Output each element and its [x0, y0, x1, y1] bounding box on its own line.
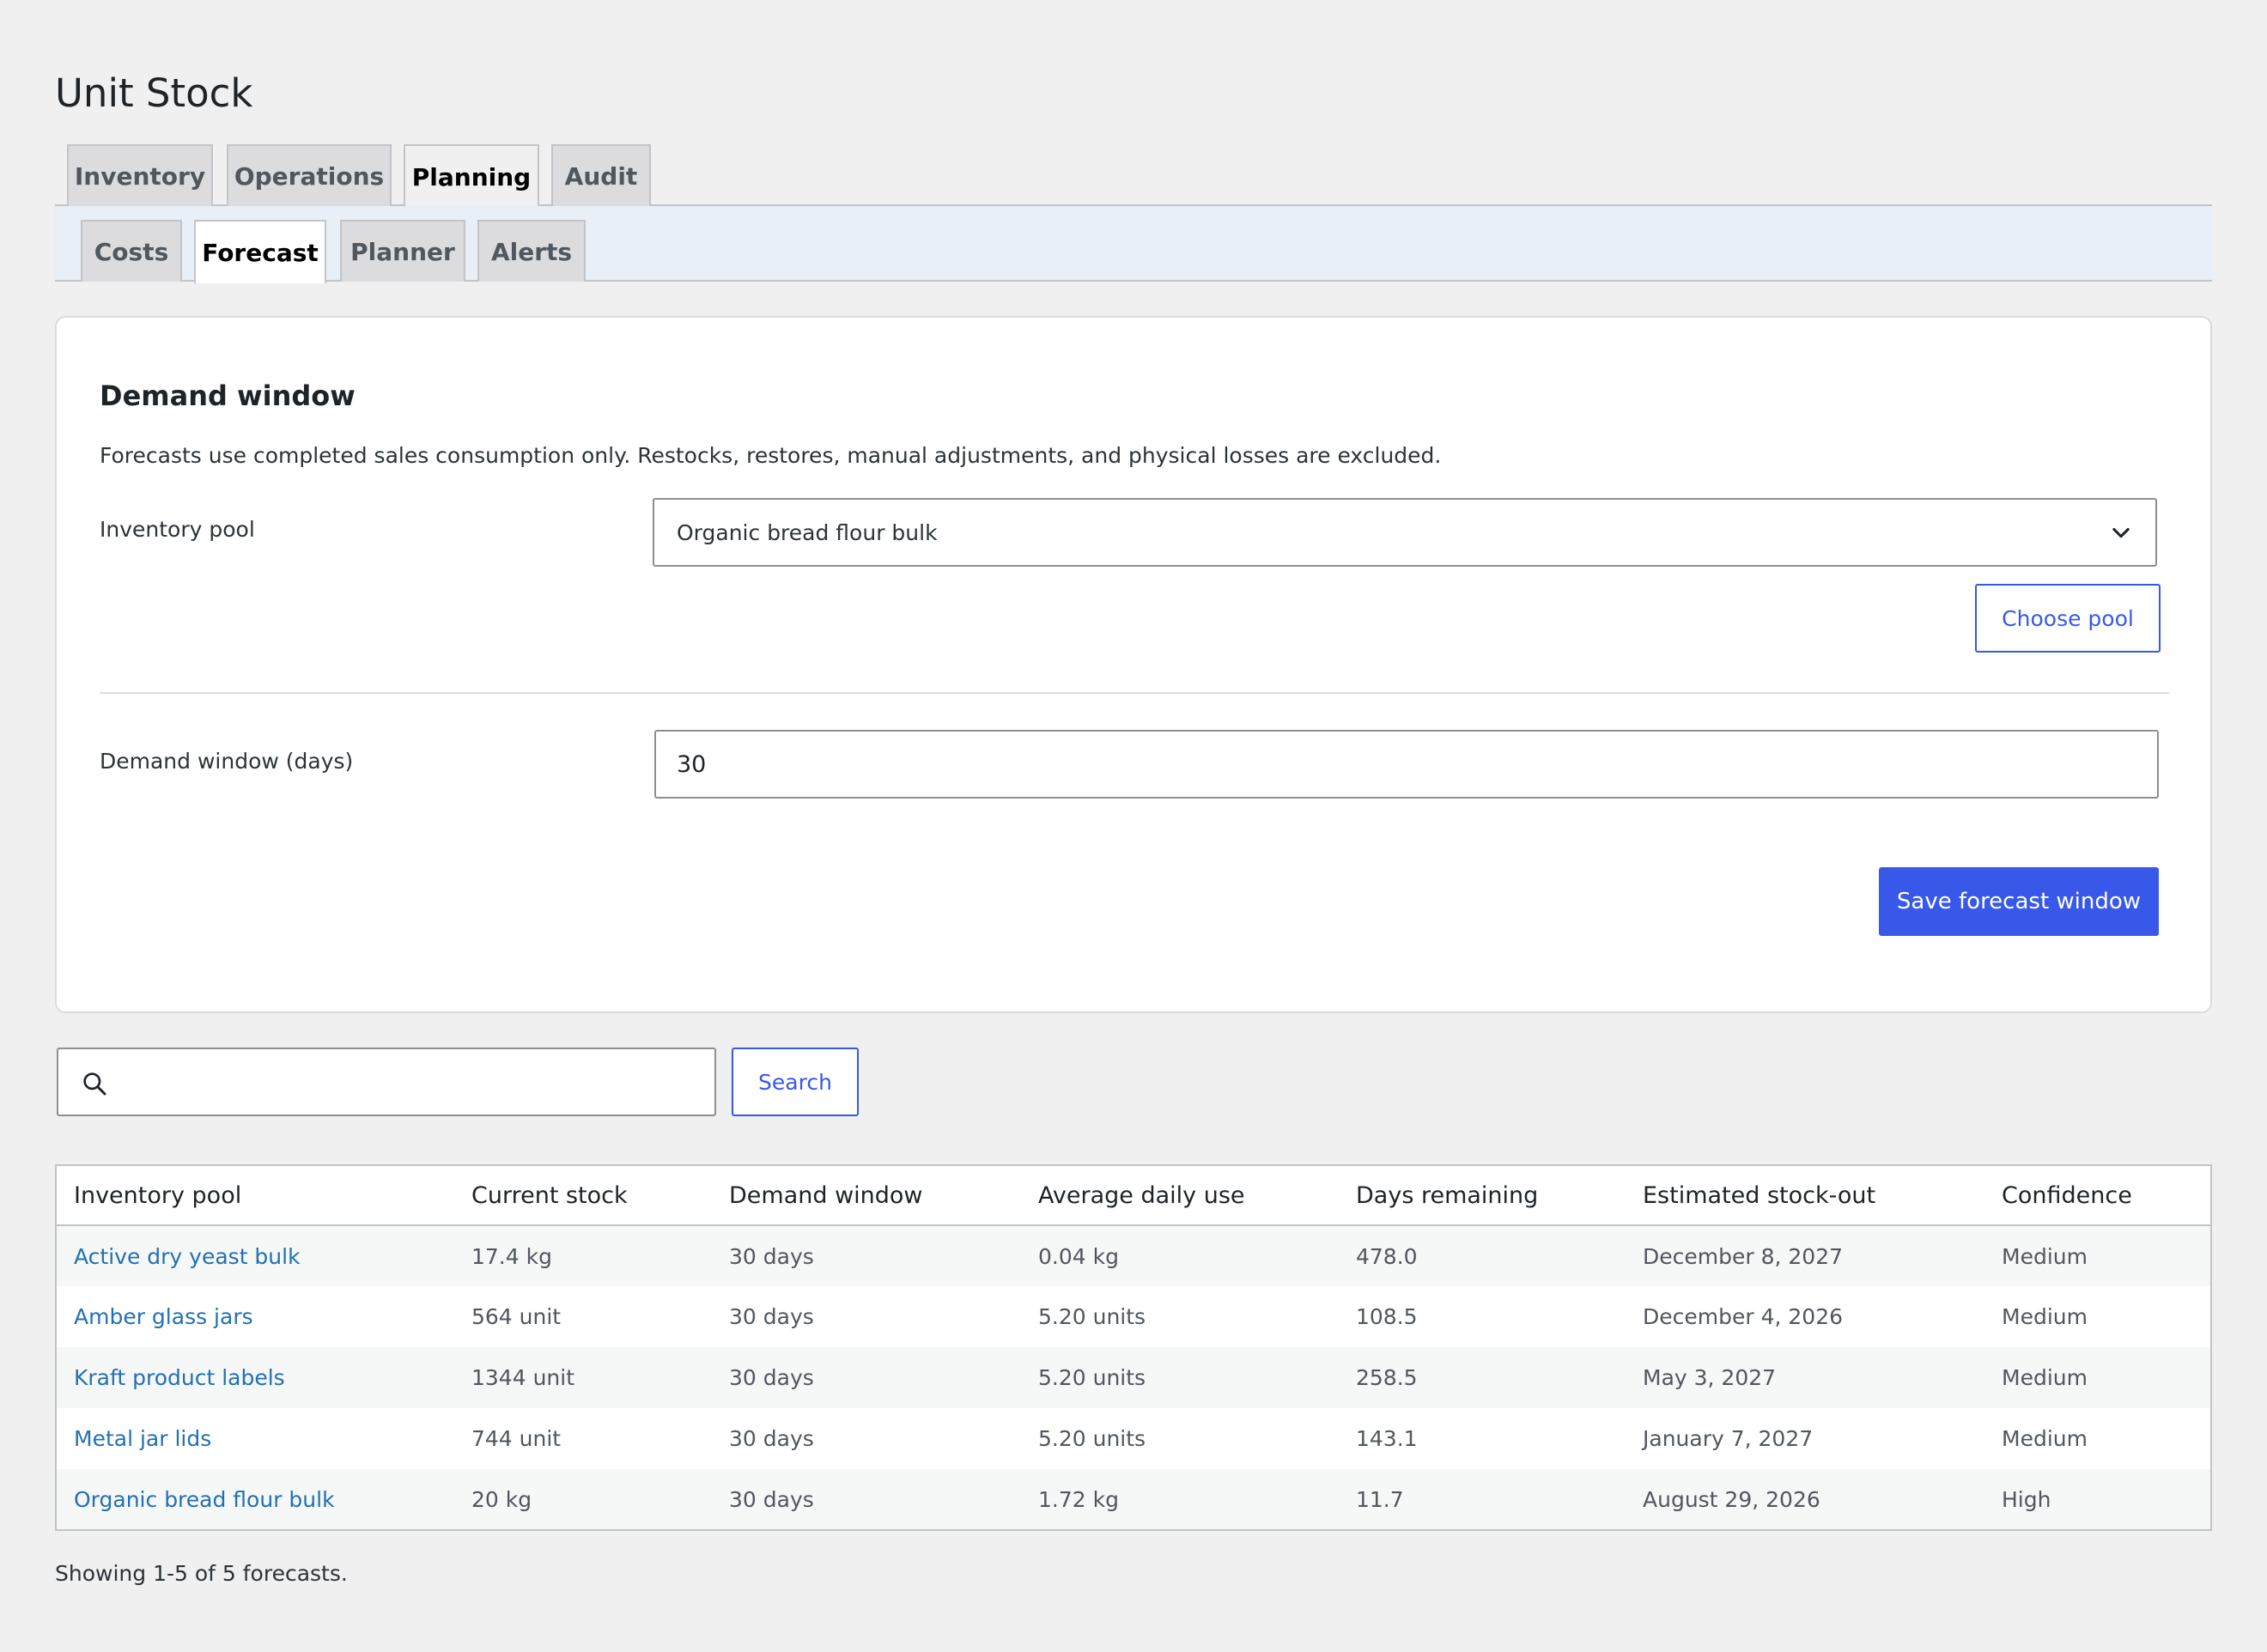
divider: [100, 692, 2169, 694]
cell-current-stock: 17.4 kg: [454, 1225, 712, 1286]
search-icon: [83, 1072, 106, 1096]
cell-estimated-stock-out: December 8, 2027: [1626, 1225, 1984, 1286]
secondary-tabs: Costs Forecast Planner Alerts: [55, 206, 2212, 283]
cell-days-remaining: 258.5: [1339, 1347, 1626, 1408]
card-description: Forecasts use completed sales consumptio…: [100, 443, 1442, 468]
cell-average-daily-use: 5.20 units: [1021, 1347, 1339, 1408]
forecast-table: Inventory pool Current stock Demand wind…: [55, 1164, 2212, 1531]
inventory-pool-link[interactable]: Active dry yeast bulk: [74, 1244, 301, 1269]
cell-days-remaining: 108.5: [1356, 1304, 1418, 1329]
cell-estimated-stock-out: January 7, 2027: [1643, 1426, 1814, 1451]
table-row: Metal jar lids 744 unit 30 days 5.20 uni…: [56, 1408, 2211, 1469]
search-box[interactable]: [57, 1048, 716, 1116]
subtab-forecast[interactable]: Forecast: [194, 220, 326, 283]
results-summary: Showing 1-5 of 5 forecasts.: [55, 1561, 348, 1586]
cell-confidence: Medium: [1984, 1347, 2211, 1408]
inventory-pool-select[interactable]: Organic bread flour bulk: [653, 498, 2157, 567]
cell-estimated-stock-out: August 29, 2026: [1626, 1469, 1984, 1530]
cell-inventory-pool: Active dry yeast bulk: [56, 1225, 454, 1286]
column-header-inventory-pool: Inventory pool: [56, 1165, 454, 1226]
cell-inventory-pool: Organic bread flour bulk: [56, 1469, 454, 1530]
cell-demand-window: 30 days: [729, 1304, 814, 1329]
cell-demand-window: 30 days: [729, 1426, 814, 1451]
cell-confidence: Medium: [2002, 1304, 2088, 1329]
table-row: Organic bread flour bulk 20 kg 30 days 1…: [56, 1469, 2211, 1530]
tab-audit[interactable]: Audit: [551, 144, 651, 206]
cell-demand-window: 30 days: [712, 1347, 1021, 1408]
table-header-row: Inventory pool Current stock Demand wind…: [56, 1165, 2211, 1226]
subtab-costs[interactable]: Costs: [81, 220, 182, 282]
cell-days-remaining: 478.0: [1339, 1225, 1626, 1286]
inventory-pool-label: Inventory pool: [100, 517, 255, 542]
cell-average-daily-use: 5.20 units: [1038, 1426, 1146, 1451]
inventory-pool-link[interactable]: Metal jar lids: [74, 1426, 211, 1451]
demand-window-label: Demand window (days): [100, 749, 354, 774]
demand-window-card: Demand window Forecasts use completed sa…: [55, 316, 2212, 1013]
choose-pool-button[interactable]: Choose pool: [1975, 584, 2161, 653]
primary-tabs: Inventory Operations Planning Audit: [55, 144, 2212, 208]
subtab-planner[interactable]: Planner: [340, 220, 465, 282]
inventory-pool-link[interactable]: Amber glass jars: [74, 1304, 253, 1329]
table-row: Amber glass jars 564 unit 30 days 5.20 u…: [56, 1286, 2211, 1347]
cell-confidence: High: [1984, 1469, 2211, 1530]
cell-days-remaining: 143.1: [1356, 1426, 1418, 1451]
tab-inventory[interactable]: Inventory: [67, 144, 213, 206]
inventory-pool-selected-value: Organic bread flour bulk: [677, 519, 938, 545]
column-header-estimated-stock-out: Estimated stock-out: [1626, 1165, 1984, 1226]
cell-current-stock: 1344 unit: [454, 1347, 712, 1408]
app-title: Unit Stock: [55, 70, 253, 116]
cell-days-remaining: 11.7: [1339, 1469, 1626, 1530]
column-header-current-stock: Current stock: [454, 1165, 712, 1226]
inventory-pool-link[interactable]: Organic bread flour bulk: [74, 1487, 335, 1512]
table-row: Active dry yeast bulk 17.4 kg 30 days 0.…: [56, 1225, 2211, 1286]
search-button[interactable]: Search: [732, 1048, 859, 1116]
save-forecast-window-button[interactable]: Save forecast window: [1879, 867, 2159, 936]
demand-window-input[interactable]: [654, 730, 2159, 799]
page: Unit Stock Inventory Operations Planning…: [0, 0, 2267, 1652]
cell-average-daily-use: 1.72 kg: [1021, 1469, 1339, 1530]
tab-operations[interactable]: Operations: [227, 144, 392, 206]
cell-current-stock: 564 unit: [471, 1304, 562, 1329]
column-header-demand-window: Demand window: [712, 1165, 1021, 1226]
cell-average-daily-use: 5.20 units: [1038, 1304, 1146, 1329]
cell-current-stock: 744 unit: [471, 1426, 562, 1451]
cell-current-stock: 20 kg: [454, 1469, 712, 1530]
tab-planning[interactable]: Planning: [404, 144, 539, 208]
cell-estimated-stock-out: December 4, 2026: [1643, 1304, 1844, 1329]
chevron-down-icon: [2112, 527, 2130, 538]
cell-estimated-stock-out: May 3, 2027: [1626, 1347, 1984, 1408]
table-row: Kraft product labels 1344 unit 30 days 5…: [56, 1347, 2211, 1408]
cell-inventory-pool: Amber glass jars: [56, 1286, 454, 1347]
cell-inventory-pool: Metal jar lids: [56, 1408, 454, 1469]
search-input[interactable]: [119, 1049, 711, 1114]
cell-confidence: Medium: [2002, 1426, 2088, 1451]
card-title: Demand window: [100, 380, 356, 412]
column-header-days-remaining: Days remaining: [1339, 1165, 1626, 1226]
cell-inventory-pool: Kraft product labels: [56, 1347, 454, 1408]
column-header-confidence: Confidence: [1984, 1165, 2211, 1226]
inventory-pool-link[interactable]: Kraft product labels: [74, 1365, 285, 1390]
cell-demand-window: 30 days: [712, 1469, 1021, 1530]
cell-confidence: Medium: [1984, 1225, 2211, 1286]
subtab-alerts[interactable]: Alerts: [477, 220, 586, 282]
cell-average-daily-use: 0.04 kg: [1021, 1225, 1339, 1286]
cell-demand-window: 30 days: [712, 1225, 1021, 1286]
column-header-average-daily-use: Average daily use: [1021, 1165, 1339, 1226]
